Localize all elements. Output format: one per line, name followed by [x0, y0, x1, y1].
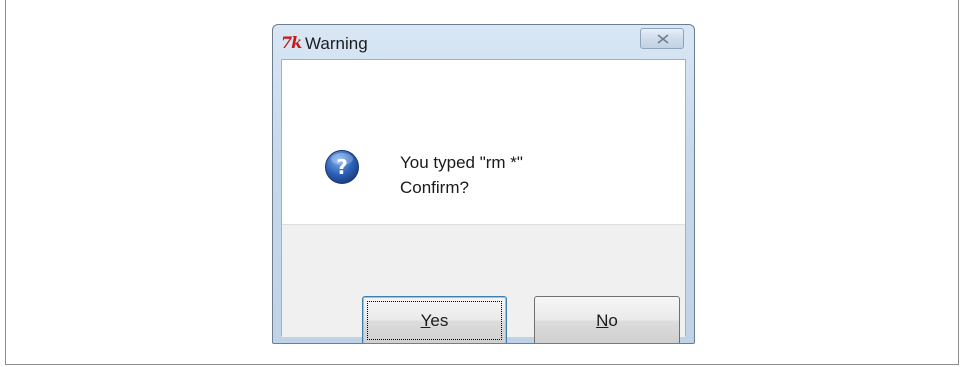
dialog-message: You typed "rm *" Confirm? — [400, 150, 523, 200]
tk-icon: 7k — [281, 33, 302, 52]
message-area: ? You typed "rm *" Confirm? — [282, 60, 685, 224]
no-button[interactable]: No — [534, 296, 680, 343]
message-line-1: You typed "rm *" — [400, 153, 523, 172]
yes-mnemonic: Y — [420, 311, 431, 330]
title-bar[interactable]: 7k Warning — [273, 25, 694, 59]
message-line-2: Confirm? — [400, 178, 469, 197]
dialog-client-area: ? You typed "rm *" Confirm? Yes No — [281, 59, 686, 343]
no-mnemonic: N — [596, 311, 609, 330]
no-button-label: No — [596, 311, 618, 330]
question-icon: ? — [325, 150, 359, 184]
svg-text:?: ? — [336, 155, 348, 179]
close-icon — [657, 34, 669, 44]
warning-dialog: 7k Warning ? You typed "rm *" Confirm? Y… — [272, 24, 695, 344]
yes-button-label: Yes — [421, 311, 449, 330]
yes-label-rest: es — [430, 311, 449, 330]
no-label-rest: o — [608, 311, 618, 330]
close-button[interactable] — [640, 28, 684, 49]
yes-button[interactable]: Yes — [362, 296, 507, 343]
window-title: Warning — [305, 34, 368, 53]
button-area: Yes No — [282, 224, 685, 343]
